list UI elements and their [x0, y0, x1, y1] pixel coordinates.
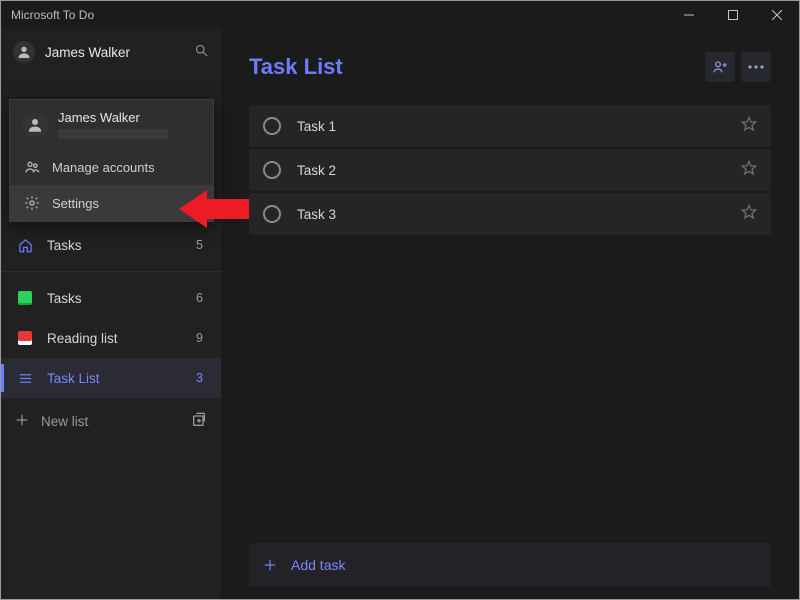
list-icon-green: [15, 291, 35, 305]
sidebar-list-reading[interactable]: Reading list 9: [1, 318, 221, 358]
star-icon[interactable]: [741, 160, 757, 181]
task-label: Task 3: [297, 207, 741, 222]
account-user-row[interactable]: James Walker: [10, 100, 213, 149]
complete-circle[interactable]: [263, 205, 281, 223]
profile-row[interactable]: James Walker: [1, 29, 221, 75]
manage-accounts-label: Manage accounts: [52, 160, 155, 175]
gear-icon: [22, 195, 42, 211]
people-icon: [22, 159, 42, 175]
sidebar-divider: [1, 271, 221, 272]
settings-label: Settings: [52, 196, 99, 211]
new-group-icon[interactable]: [191, 412, 207, 431]
star-icon[interactable]: [741, 204, 757, 225]
task-item[interactable]: Task 1: [249, 105, 771, 147]
main-header: Task List: [249, 47, 771, 87]
maximize-button[interactable]: [711, 1, 755, 29]
sidebar-item-label: Task List: [47, 371, 196, 386]
avatar: [13, 41, 35, 63]
plus-icon: [15, 413, 29, 430]
complete-circle[interactable]: [263, 161, 281, 179]
task-list: Task 1 Task 2 Task 3: [249, 105, 771, 235]
add-task-label: Add task: [291, 557, 345, 573]
minimize-button[interactable]: [667, 1, 711, 29]
main-pane: Task List Task 1 Task 2: [221, 29, 799, 599]
sidebar-list-tasklist[interactable]: Task List 3: [1, 358, 221, 398]
sidebar-item-count: 9: [196, 331, 203, 345]
add-task-bar[interactable]: Add task: [249, 543, 771, 587]
home-icon: [15, 238, 35, 253]
complete-circle[interactable]: [263, 117, 281, 135]
sidebar-item-label: Tasks: [47, 238, 196, 253]
task-item[interactable]: Task 3: [249, 193, 771, 235]
app-window: Microsoft To Do James Walker: [0, 0, 800, 600]
list-title[interactable]: Task List: [249, 54, 699, 80]
hamburger-icon: [15, 371, 35, 386]
list-icon-red: [15, 331, 35, 345]
plus-icon: [263, 558, 277, 572]
sidebar-item-count: 3: [196, 371, 203, 385]
new-list-label: New list: [41, 414, 191, 429]
account-username: James Walker: [58, 110, 168, 125]
sidebar-item-tasks[interactable]: Tasks 5: [1, 225, 221, 265]
sidebar-item-label: Reading list: [47, 331, 196, 346]
search-icon[interactable]: [194, 43, 209, 61]
titlebar: Microsoft To Do: [1, 1, 799, 29]
share-button[interactable]: [705, 52, 735, 82]
task-label: Task 2: [297, 163, 741, 178]
new-list-row[interactable]: New list: [1, 398, 221, 444]
profile-name: James Walker: [45, 45, 194, 60]
settings-item[interactable]: Settings: [10, 185, 213, 221]
sidebar: James Walker Tasks 5 Tasks 6: [1, 29, 221, 599]
sidebar-list-tasks[interactable]: Tasks 6: [1, 278, 221, 318]
star-icon[interactable]: [741, 116, 757, 137]
account-popup: James Walker Manage accounts Settings: [9, 99, 214, 222]
manage-accounts-item[interactable]: Manage accounts: [10, 149, 213, 185]
sidebar-item-count: 5: [196, 238, 203, 252]
avatar: [22, 112, 48, 138]
task-item[interactable]: Task 2: [249, 149, 771, 191]
account-email-redacted: [58, 129, 168, 139]
more-button[interactable]: [741, 52, 771, 82]
sidebar-item-count: 6: [196, 291, 203, 305]
close-button[interactable]: [755, 1, 799, 29]
sidebar-item-label: Tasks: [47, 291, 196, 306]
task-label: Task 1: [297, 119, 741, 134]
app-title: Microsoft To Do: [11, 8, 667, 22]
